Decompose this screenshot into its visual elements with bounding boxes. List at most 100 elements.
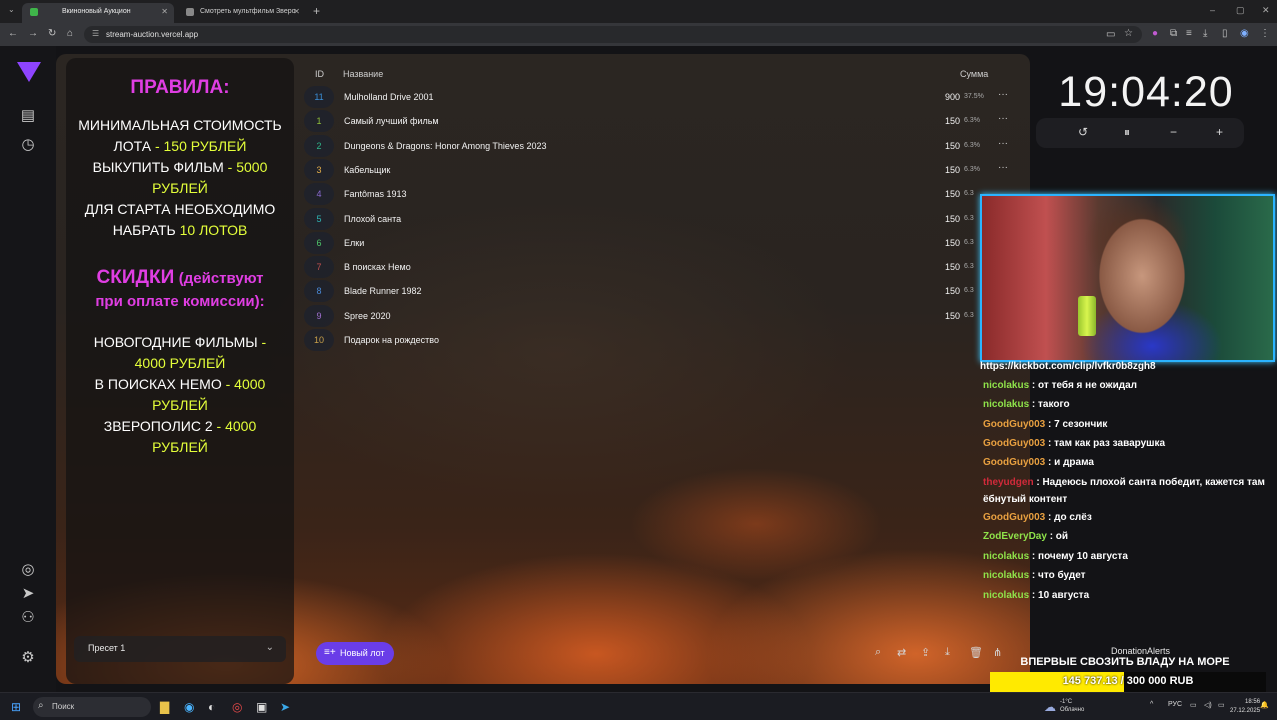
lot-name[interactable]: Fantômas 1913 (344, 189, 407, 199)
sidebar-icon[interactable]: ▯ (1222, 28, 1228, 39)
lot-name[interactable]: В поисках Немо (344, 262, 411, 272)
lot-amount[interactable]: 150 (894, 116, 960, 126)
app-icon[interactable]: ▣ (256, 700, 267, 714)
lot-row[interactable]: 8 Blade Runner 1982 150 6.3 (304, 280, 1016, 303)
preset-select[interactable]: Пресет 1 ⌄ (74, 636, 286, 662)
home-icon[interactable]: ⌂ (67, 28, 73, 39)
lot-amount[interactable]: 900 (894, 92, 960, 102)
lot-name[interactable]: Mulholland Drive 2001 (344, 92, 434, 102)
weather-widget[interactable]: -1°C Облачно (1060, 698, 1084, 714)
lot-amount[interactable]: 150 (894, 262, 960, 272)
lot-amount[interactable]: 150 (894, 286, 960, 296)
lot-row[interactable]: 2 Dungeons & Dragons: Honor Among Thieves… (304, 134, 1016, 157)
lot-row[interactable]: 4 Fantômas 1913 150 6.3 (304, 183, 1016, 206)
site-info-icon[interactable]: ☰ (92, 29, 99, 38)
lot-name[interactable]: Подарок на рождество (344, 335, 439, 345)
more-options-icon[interactable]: ··· (998, 113, 1008, 124)
lot-row[interactable]: 1 Самый лучший фильм 150 6.3% ··· (304, 110, 1016, 133)
minus-icon[interactable]: − (1170, 125, 1177, 139)
start-windows-icon[interactable]: ⊞ (11, 700, 21, 714)
plus-icon[interactable]: + (1216, 125, 1223, 139)
column-header-sum[interactable]: Сумма (960, 69, 988, 79)
tray-chevron-icon[interactable]: ^ (1150, 701, 1153, 708)
menu-kebab-icon[interactable]: ⋮ (1260, 28, 1270, 39)
lot-name[interactable]: Кабельщик (344, 165, 390, 175)
history-clock-icon[interactable]: ◷ (17, 134, 39, 156)
new-tab-button[interactable]: + (313, 4, 320, 18)
lot-row[interactable]: 7 В поисках Немо 150 6.3 (304, 256, 1016, 279)
lot-amount[interactable]: 150 (894, 165, 960, 175)
lot-name[interactable]: Плохой санта (344, 214, 401, 224)
lot-name[interactable]: Dungeons & Dragons: Honor Among Thieves … (344, 141, 546, 151)
settings-gear-icon[interactable]: ⚙ (17, 647, 39, 669)
chat-username[interactable]: GoodGuy003 (983, 438, 1045, 449)
lot-row[interactable]: 9 Spree 2020 150 6.3 (304, 304, 1016, 327)
volume-icon[interactable]: ◁) (1204, 701, 1212, 709)
chat-username[interactable]: ZodEveryDay (983, 531, 1047, 542)
extensions-puzzle-icon[interactable]: ⧉ (1170, 28, 1177, 39)
telegram-icon[interactable]: ➤ (280, 700, 290, 714)
github-icon[interactable]: ⚇ (17, 607, 39, 629)
forward-icon[interactable]: → (28, 28, 38, 39)
obs-icon[interactable]: ◎ (232, 700, 242, 714)
taskbar-clock[interactable]: 18:56 27.12.2025 (1230, 698, 1260, 716)
lot-row[interactable]: 11 Mulholland Drive 2001 900 37.5% ··· (304, 86, 1016, 108)
search-icon[interactable]: ⌕ (875, 646, 881, 659)
more-options-icon[interactable]: ··· (998, 138, 1008, 149)
lot-name[interactable]: Blade Runner 1982 (344, 286, 422, 296)
tab-cartoon[interactable]: Смотреть мультфильм Зверо ✕ (178, 3, 306, 23)
bookmark-star-icon[interactable]: ☆ (1124, 28, 1133, 39)
tab-groups-icon[interactable]: ≡ (1186, 28, 1192, 39)
tab-auction[interactable]: Вкиноновый Аукцион ✕ (22, 3, 174, 23)
chrome-icon[interactable]: ◉ (184, 700, 194, 714)
language-indicator[interactable]: РУС (1168, 701, 1182, 708)
pause-icon[interactable]: ⏸ (1124, 125, 1130, 140)
more-options-icon[interactable]: ··· (998, 162, 1008, 173)
cast-icon[interactable]: ▭ (1106, 29, 1115, 40)
taskbar-search[interactable]: ⌕ Поиск (33, 697, 151, 717)
restore-icon[interactable]: ▢ (1236, 5, 1245, 16)
lot-amount[interactable]: 150 (894, 189, 960, 199)
close-window-icon[interactable]: ✕ (1262, 5, 1270, 16)
chat-username[interactable]: nicolakus (983, 380, 1029, 391)
music-app-icon[interactable]: ◐ (208, 700, 215, 714)
reload-icon[interactable]: ↻ (48, 28, 56, 39)
chat-username[interactable]: nicolakus (983, 399, 1029, 410)
network-icon[interactable]: ▭ (1190, 701, 1197, 709)
export-icon[interactable]: ⇪ (921, 646, 930, 659)
chat-username[interactable]: nicolakus (983, 590, 1029, 601)
extension-icon[interactable]: ● (1152, 28, 1158, 39)
chat-username[interactable]: GoodGuy003 (983, 457, 1045, 468)
telegram-icon[interactable]: ➤ (17, 583, 39, 605)
delete-trash-icon[interactable]: 🗑 (969, 646, 983, 659)
close-tab-icon[interactable]: ✕ (293, 7, 300, 16)
lot-amount[interactable]: 150 (894, 311, 960, 321)
close-tab-icon[interactable]: ✕ (161, 7, 168, 16)
lot-amount[interactable]: 150 (894, 214, 960, 224)
minimize-icon[interactable]: – (1210, 5, 1215, 15)
notifications-bell-icon[interactable]: 🔔 (1260, 701, 1269, 709)
chat-username[interactable]: theyudgen (983, 477, 1034, 488)
lot-name[interactable]: Елки (344, 238, 364, 248)
back-icon[interactable]: ← (8, 28, 18, 39)
lot-row[interactable]: 6 Елки 150 6.3 (304, 231, 1016, 254)
chat-username[interactable]: nicolakus (983, 551, 1029, 562)
column-header-name[interactable]: Название (343, 69, 383, 79)
chat-username[interactable]: nicolakus (983, 570, 1029, 581)
download-icon[interactable]: ⤓ (1203, 28, 1207, 39)
more-options-icon[interactable]: ··· (998, 89, 1008, 100)
new-lot-button[interactable]: ≡+ Новый лот (316, 642, 394, 665)
lot-name[interactable]: Самый лучший фильм (344, 116, 439, 126)
shuffle-icon[interactable]: ⇄ (897, 646, 906, 659)
reset-timer-icon[interactable]: ↺ (1078, 125, 1088, 139)
lot-amount[interactable]: 150 (894, 141, 960, 151)
donation-icon[interactable]: ◎ (17, 559, 39, 581)
profile-avatar-icon[interactable]: ◉ (1240, 28, 1249, 39)
lot-row[interactable]: 10 Подарок на рождество (304, 329, 1016, 351)
lot-name[interactable]: Spree 2020 (344, 311, 391, 321)
import-icon[interactable]: ⤓ (945, 646, 950, 659)
lot-row[interactable]: 5 Плохой санта 150 6.3 (304, 207, 1016, 230)
battery-icon[interactable]: ▭ (1218, 701, 1225, 709)
file-explorer-icon[interactable]: ▇ (160, 700, 169, 714)
lot-amount[interactable]: 150 (894, 238, 960, 248)
